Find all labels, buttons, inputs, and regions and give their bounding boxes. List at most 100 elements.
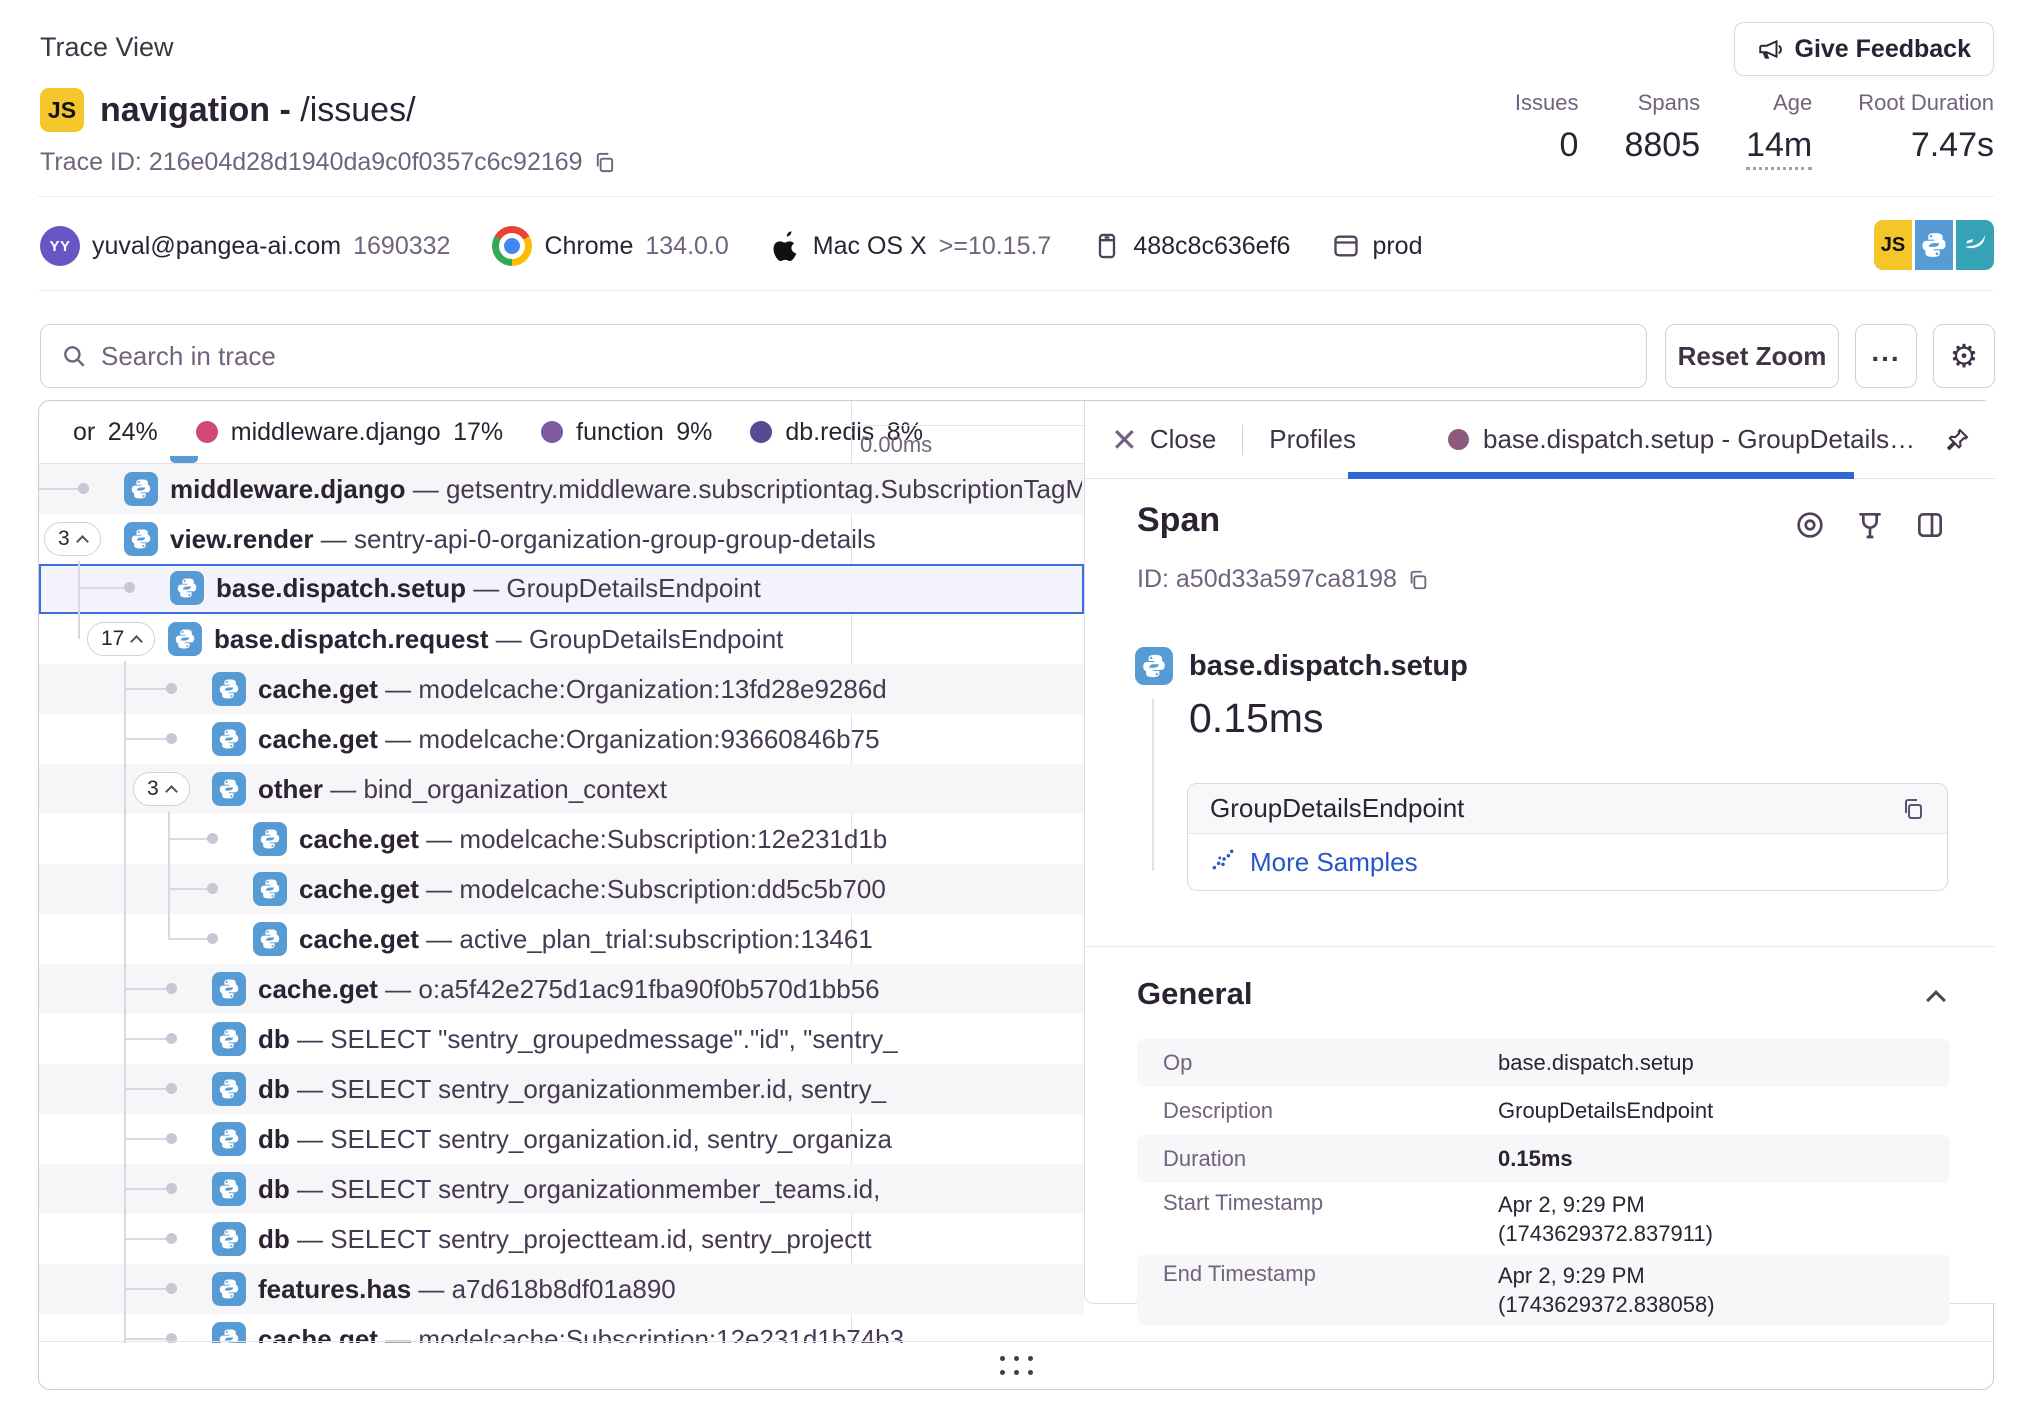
drawer-resize-handle[interactable] <box>39 1341 1993 1389</box>
browser-version: 134.0.0 <box>645 232 728 261</box>
legend-item-middleware-django[interactable]: middleware.django 17% <box>196 418 503 447</box>
span-row-cache.get[interactable]: cache.get — active_plan_trial:subscripti… <box>39 914 1084 964</box>
connector-line <box>39 488 83 490</box>
general-row-start-timestamp: Start TimestampApr 2, 9:29 PM (174362937… <box>1137 1183 1950 1254</box>
span-row-cache.get[interactable]: cache.get — modelcache:Organization:9366… <box>39 714 1084 764</box>
span-row-label: db — SELECT sentry_organization.id, sent… <box>258 1114 1082 1164</box>
search-placeholder: Search in trace <box>101 341 276 372</box>
span-row-base.dispatch.request[interactable]: 17 base.dispatch.request — GroupDetailsE… <box>39 614 1084 664</box>
page-title: Trace View <box>40 32 174 63</box>
pin-icon[interactable] <box>1943 426 1971 454</box>
apple-icon <box>771 230 801 262</box>
close-tab-label[interactable]: Close <box>1150 424 1216 455</box>
copy-icon[interactable] <box>1901 797 1925 821</box>
span-row-view.render[interactable]: 3 view.render — sentry-api-0-organizatio… <box>39 514 1084 564</box>
span-row-label: cache.get — active_plan_trial:subscripti… <box>299 914 1082 964</box>
span-row-db[interactable]: db — SELECT sentry_organizationmember_te… <box>39 1164 1084 1214</box>
funnel-icon[interactable] <box>1854 509 1886 541</box>
avatar: YY <box>40 226 80 266</box>
span-row-db[interactable]: db — SELECT sentry_projectteam.id, sentr… <box>39 1214 1084 1264</box>
span-row-label: cache.get — modelcache:Subscription:12e2… <box>258 1314 1082 1343</box>
trace-meta-row: YY yuval@pangea-ai.com 1690332 Chrome 13… <box>40 216 1422 276</box>
span-duration: 0.15ms <box>1189 695 1323 742</box>
python-icon <box>253 872 287 906</box>
span-row-cache.get[interactable]: cache.get — modelcache:Organization:13fd… <box>39 664 1084 714</box>
connector-dot <box>166 683 177 694</box>
span-row-label: view.render — sentry-api-0-organization-… <box>170 514 1082 564</box>
copy-icon[interactable] <box>593 151 616 174</box>
more-samples-link[interactable]: More Samples <box>1188 834 1947 890</box>
legend-item-function[interactable]: function 9% <box>541 418 712 447</box>
stat-root-duration: Root Duration 7.47s <box>1858 90 1994 170</box>
stat-label: Root Duration <box>1858 90 1994 116</box>
expand-pill[interactable]: 3 <box>133 772 190 806</box>
give-feedback-button[interactable]: Give Feedback <box>1734 22 1994 76</box>
span-row-label: db — SELECT sentry_projectteam.id, sentr… <box>258 1214 1082 1264</box>
header-divider-2 <box>38 290 1994 291</box>
active-tab-underline <box>1348 472 1854 479</box>
field-key: End Timestamp <box>1163 1254 1316 1294</box>
os-version: >=10.15.7 <box>939 232 1052 261</box>
span-row-middleware.django[interactable]: middleware.django — getsentry.middleware… <box>39 464 1084 514</box>
copy-icon[interactable] <box>1407 569 1429 591</box>
stat-spans: Spans 8805 <box>1624 90 1700 170</box>
focus-target-icon[interactable] <box>1794 509 1826 541</box>
span-row-db[interactable]: db — SELECT sentry_organizationmember.id… <box>39 1064 1084 1114</box>
stat-value: 7.47s <box>1911 126 1994 165</box>
python-icon <box>168 622 202 656</box>
environment: prod <box>1372 232 1422 261</box>
layout-columns-icon[interactable] <box>1914 509 1946 541</box>
javascript-platform-icon: JS <box>1874 220 1912 270</box>
trace-id: Trace ID: 216e04d28d1940da9c0f0357c6c921… <box>40 148 616 177</box>
python-icon <box>1135 647 1173 685</box>
child-count: 17 <box>101 627 124 651</box>
trace-view-screen: Trace View Give Feedback JS navigation -… <box>0 0 2032 1404</box>
python-icon <box>212 1322 246 1343</box>
span-row-db[interactable]: db — SELECT sentry_organization.id, sent… <box>39 1114 1084 1164</box>
stat-label: Spans <box>1638 90 1700 116</box>
connector-line <box>124 988 171 990</box>
stat-label: Age <box>1773 90 1812 116</box>
connector-dot <box>207 833 218 844</box>
connector-line <box>168 888 212 890</box>
more-options-button[interactable]: ... <box>1855 324 1917 388</box>
general-row-duration: Duration0.15ms <box>1137 1135 1950 1183</box>
user-email: yuval@pangea-ai.com <box>92 232 341 261</box>
stat-issues: Issues 0 <box>1515 90 1579 170</box>
span-row-cache.get[interactable]: cache.get — modelcache:Subscription:12e2… <box>39 1314 1084 1343</box>
connector-line <box>124 1338 171 1340</box>
span-row-base.dispatch.setup[interactable]: base.dispatch.setup — GroupDetailsEndpoi… <box>39 564 1084 614</box>
expand-pill[interactable]: 17 <box>87 622 155 656</box>
give-feedback-label: Give Feedback <box>1795 35 1971 64</box>
span-row-label: cache.get — modelcache:Subscription:12e2… <box>299 814 1082 864</box>
legend-dot-icon <box>750 421 772 443</box>
python-icon <box>212 772 246 806</box>
js-platform-badge: JS <box>40 88 84 132</box>
span-row-label: db — SELECT sentry_organizationmember.id… <box>258 1064 1082 1114</box>
transaction-title: JS navigation - /issues/ <box>40 88 416 132</box>
connector-line <box>124 1088 171 1090</box>
span-row-label: cache.get — modelcache:Organization:13fd… <box>258 664 1082 714</box>
span-row-label: base.dispatch.request — GroupDetailsEndp… <box>214 614 1082 664</box>
span-row-other[interactable]: 3 other — bind_organization_context <box>39 764 1084 814</box>
span-row-cache.get[interactable]: cache.get — modelcache:Subscription:dd5c… <box>39 864 1084 914</box>
python-icon <box>253 922 287 956</box>
field-key: Description <box>1163 1087 1273 1135</box>
connector-dot <box>124 582 135 593</box>
span-detail-drawer: ✕ Close Profiles base.dispatch.setup - G… <box>1084 401 1995 1304</box>
collapse-chevron-icon[interactable] <box>1926 990 1946 1010</box>
span-row-features.has[interactable]: features.has — a7d618b8df01a890 <box>39 1264 1084 1314</box>
settings-gear-button[interactable]: ⚙ <box>1933 324 1995 388</box>
stat-value: 0 <box>1560 126 1579 165</box>
span-row-db[interactable]: db — SELECT "sentry_groupedmessage"."id"… <box>39 1014 1084 1064</box>
close-icon[interactable]: ✕ <box>1111 424 1138 456</box>
expand-pill[interactable]: 3 <box>44 522 101 556</box>
search-input[interactable]: Search in trace <box>40 324 1647 388</box>
sample-title-row: GroupDetailsEndpoint <box>1188 784 1947 834</box>
tab-profiles[interactable]: Profiles <box>1269 424 1356 455</box>
span-row-cache.get[interactable]: cache.get — o:a5f42e275d1ac91fba90f0b570… <box>39 964 1084 1014</box>
reset-zoom-button[interactable]: Reset Zoom <box>1665 324 1839 388</box>
legend-item-or[interactable]: or 24% <box>73 418 158 447</box>
tab-span-active[interactable]: base.dispatch.setup - GroupDetails… <box>1448 424 1971 455</box>
span-row-cache.get[interactable]: cache.get — modelcache:Subscription:12e2… <box>39 814 1084 864</box>
